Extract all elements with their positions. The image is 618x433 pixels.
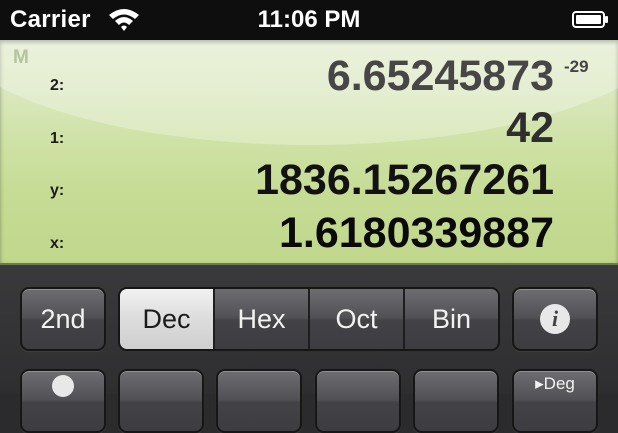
angle-mode-button[interactable]: ▸Deg [512, 369, 598, 433]
base-mode-selector: Dec Hex Oct Bin [118, 287, 500, 351]
register-label: 2: [50, 77, 65, 94]
register-value: 1836.15267261 [255, 156, 554, 204]
battery-icon [572, 11, 608, 28]
base-mode-hex[interactable]: Hex [213, 289, 308, 349]
register-value: 42 [506, 104, 554, 152]
second-function-button[interactable]: 2nd [20, 287, 106, 351]
stack-register-1: 1: 42 [0, 101, 618, 152]
calculator-display: M 2: 6.65245873 -29 1: 42 y: 1836.152672… [0, 40, 618, 265]
register-value: 1.6180339887 [278, 209, 554, 257]
register-label: x: [50, 235, 65, 252]
register-label: y: [50, 182, 65, 199]
stack-register-2: 2: 6.65245873 -29 [0, 49, 618, 100]
key-row2-2[interactable] [118, 369, 204, 433]
base-mode-bin[interactable]: Bin [403, 289, 498, 349]
angle-mode-label: ▸Deg [535, 374, 575, 393]
key-row2-1[interactable] [20, 369, 106, 433]
info-button[interactable]: i [512, 287, 598, 351]
stack-register-y: y: 1836.15267261 [0, 153, 618, 204]
angle-mode-text: Deg [543, 374, 575, 393]
status-bar: Carrier 11:06 PM [0, 0, 618, 40]
key-row2-4[interactable] [315, 369, 401, 433]
register-exponent: -29 [564, 57, 589, 76]
key-row2-5[interactable] [413, 369, 499, 433]
key-row2-3[interactable] [216, 369, 302, 433]
keypad: 2nd Dec Hex Oct Bin i ▸Deg [0, 265, 618, 433]
register-label: 1: [50, 130, 65, 147]
register-value: 6.65245873 [326, 52, 554, 100]
status-time: 11:06 PM [257, 6, 361, 33]
base-mode-dec[interactable]: Dec [120, 289, 213, 349]
base-mode-oct[interactable]: Oct [308, 289, 403, 349]
stack-register-x: x: 1.6180339887 [0, 206, 618, 257]
info-icon: i [540, 304, 570, 334]
